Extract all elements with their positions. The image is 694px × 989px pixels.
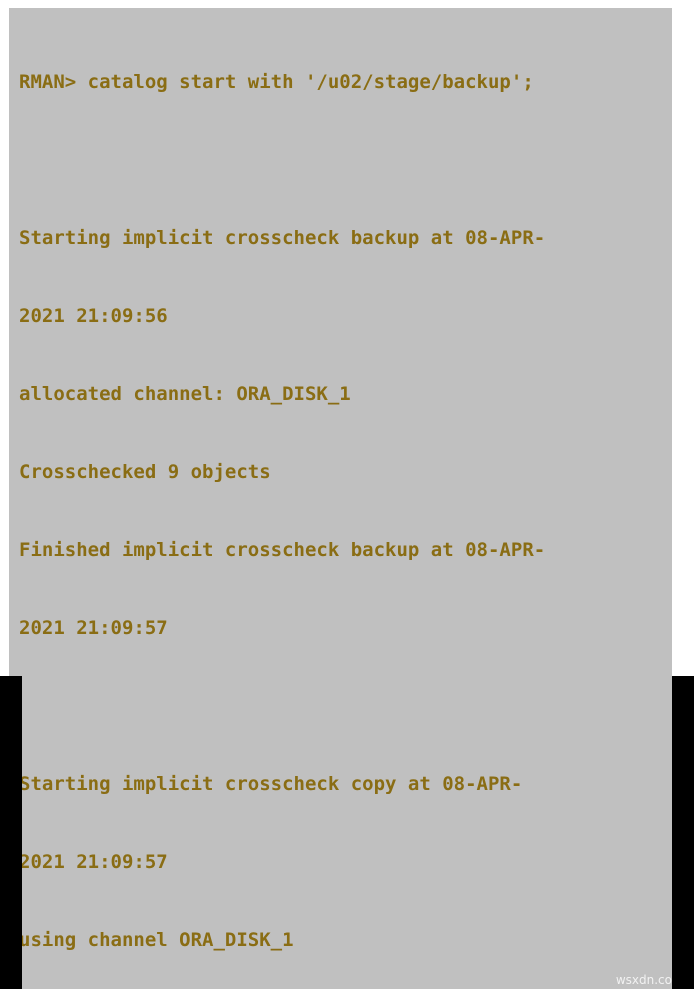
console-line-list: RMAN> catalog start with '/u02/stage/bac… [19,17,672,989]
terminal-output-surface[interactable]: RMAN> catalog start with '/u02/stage/bac… [9,8,672,989]
console-line: Starting implicit crosscheck copy at 08-… [19,773,523,795]
console-line: 2021 21:09:57 [19,851,168,873]
terminal-screenshot: RMAN> catalog start with '/u02/stage/bac… [0,0,694,989]
console-line: RMAN> catalog start with '/u02/stage/bac… [19,71,534,93]
right-edge-band [672,676,694,989]
console-line: Crosschecked 9 objects [19,461,271,483]
console-line: Starting implicit crosscheck backup at 0… [19,227,546,249]
console-line: 2021 21:09:56 [19,305,168,327]
left-edge-band [0,676,22,989]
console-line: allocated channel: ORA_DISK_1 [19,383,351,405]
console-line: Finished implicit crosscheck backup at 0… [19,539,546,561]
console-line: 2021 21:09:57 [19,617,168,639]
console-line: using channel ORA_DISK_1 [19,929,294,951]
watermark: wsxdn.co [615,973,672,987]
